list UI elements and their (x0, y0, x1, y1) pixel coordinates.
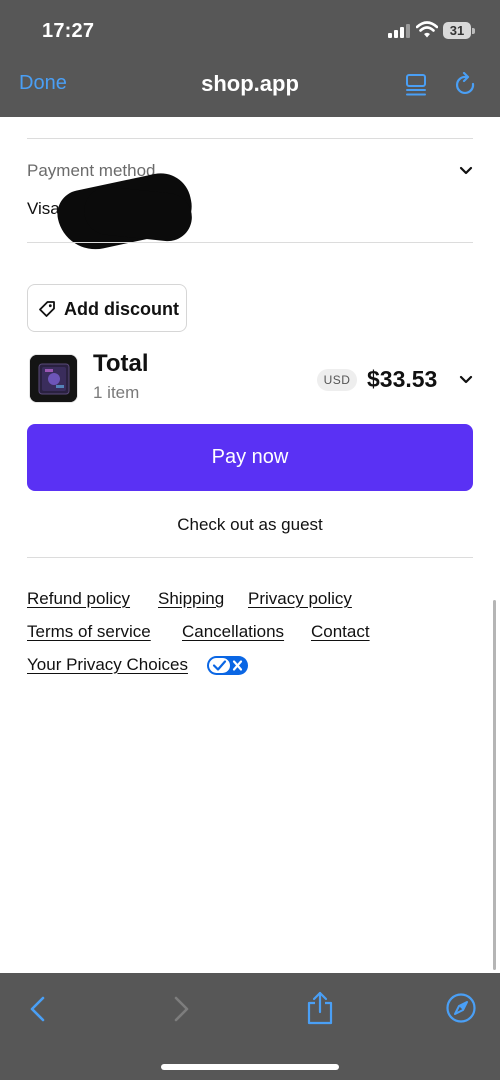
back-icon[interactable] (28, 995, 48, 1023)
pay-now-button[interactable]: Pay now (27, 424, 473, 491)
status-time: 17:27 (42, 20, 95, 42)
forward-icon[interactable] (171, 995, 191, 1023)
terms-of-service-link[interactable]: Terms of service (27, 622, 151, 642)
currency-badge: USD (317, 369, 357, 391)
checkout-as-guest-link[interactable]: Check out as guest (0, 515, 500, 535)
tag-icon (39, 301, 55, 317)
home-indicator (161, 1064, 339, 1070)
signal-icon (388, 24, 410, 38)
divider (27, 242, 473, 243)
browser-top-bar: 17:27 31 Done shop.app (0, 0, 500, 117)
item-count: 1 item (93, 383, 140, 402)
total-amount: $33.53 (367, 366, 438, 392)
contact-link[interactable]: Contact (311, 622, 370, 642)
reader-icon[interactable] (404, 73, 428, 97)
refund-policy-link[interactable]: Refund policy (27, 589, 130, 609)
privacy-choices-link[interactable]: Your Privacy Choices (27, 655, 188, 675)
cancellations-link[interactable]: Cancellations (182, 622, 284, 642)
battery-level: 31 (443, 22, 471, 39)
compass-icon[interactable] (445, 992, 477, 1024)
add-discount-label: Add discount (64, 299, 179, 319)
chevron-down-icon[interactable] (458, 164, 474, 178)
product-thumbnail (29, 354, 78, 403)
privacy-policy-link[interactable]: Privacy policy (248, 589, 352, 609)
privacy-choices-icon[interactable] (207, 656, 248, 675)
divider (27, 138, 473, 139)
wifi-icon (416, 21, 438, 38)
total-label: Total (93, 350, 149, 377)
scrollbar[interactable] (493, 600, 496, 970)
divider (27, 557, 473, 558)
share-icon[interactable] (305, 990, 335, 1026)
add-discount-button[interactable]: Add discount (27, 284, 187, 332)
shipping-link[interactable]: Shipping (158, 589, 224, 609)
chevron-down-icon[interactable] (458, 373, 474, 387)
battery-icon: 31 (443, 22, 475, 40)
reload-icon[interactable] (454, 72, 478, 98)
